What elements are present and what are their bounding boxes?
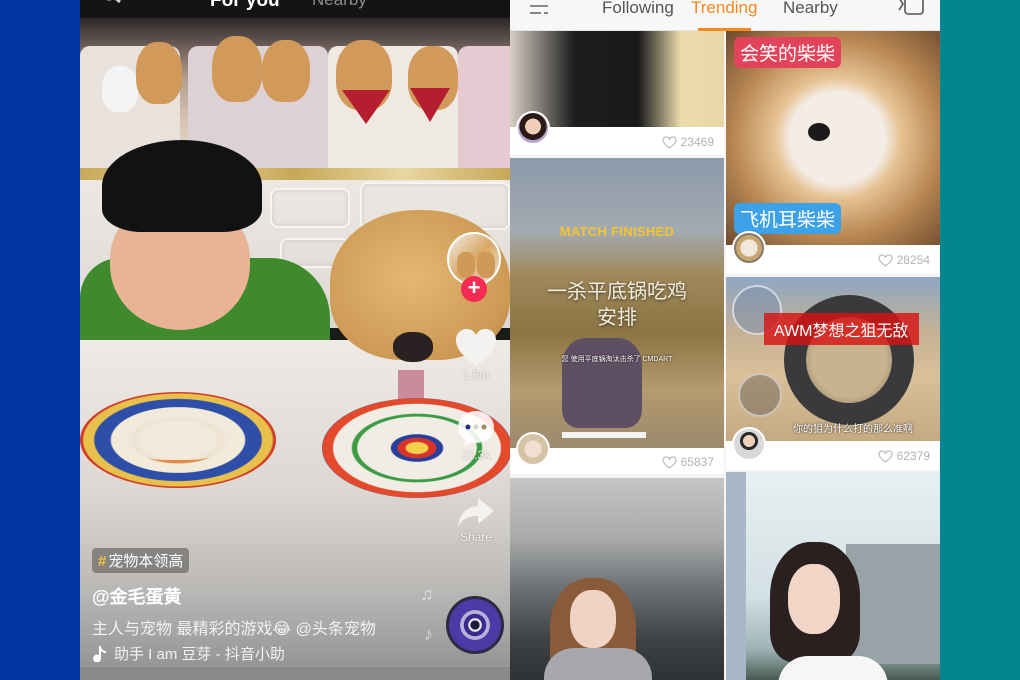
- building: [726, 472, 746, 680]
- active-tab-indicator: [698, 28, 751, 31]
- tab-for-you[interactable]: For you: [210, 0, 280, 12]
- menu-icon[interactable]: [528, 0, 550, 16]
- floating-note-icon: ♪: [424, 624, 433, 644]
- match-finished-label: MATCH FINISHED: [559, 224, 675, 239]
- share-label: Share: [459, 530, 493, 544]
- video-card-girl-office[interactable]: [510, 478, 724, 680]
- like-button[interactable]: 1.5m: [444, 328, 508, 382]
- video-card-guitar[interactable]: 23469: [510, 31, 724, 155]
- bottom-nav: [80, 666, 510, 680]
- tab-trending[interactable]: Trending: [691, 0, 757, 18]
- kill-feed: 您 使用平底锅淘汰击杀了 CMDART: [561, 356, 673, 363]
- feed-header: For you Nearby: [80, 0, 510, 18]
- like-count: 65837: [661, 455, 714, 469]
- music-note-icon: [93, 645, 106, 662]
- music-title: 助手 I am 豆芽 - 抖音小助: [114, 646, 285, 663]
- heart-outline-icon: [661, 455, 677, 469]
- like-count: 23469: [661, 135, 714, 149]
- overlay-title: AWM梦想之狙无敌: [764, 313, 919, 345]
- trending-header: Following Trending Nearby: [510, 0, 940, 31]
- heart-outline-icon: [661, 135, 677, 149]
- like-count: 28254: [877, 253, 930, 267]
- health-bar: [562, 432, 646, 438]
- comment-icon: [458, 411, 494, 447]
- video-info: # 宠物本领高 @金毛蛋黄 主人与宠物 最精彩的游戏😂 @头条宠物 助手 I am…: [92, 548, 432, 664]
- trending-screen: 23469 会笑的柴柴 飞机耳柴柴 28254 MATCH FINISHED 一…: [510, 0, 940, 680]
- overlay-subtitle: 你的狙为什么打的那么准啊: [793, 424, 913, 435]
- person-face: [788, 564, 840, 634]
- camera-icon[interactable]: [896, 0, 926, 16]
- share-button[interactable]: Share: [444, 496, 508, 544]
- video-card-girl-city[interactable]: [726, 472, 940, 680]
- like-count: 1.5m: [462, 368, 490, 382]
- building: [846, 544, 940, 664]
- overlay-subtitle: 飞机耳柴柴: [734, 203, 842, 234]
- heart-outline-icon: [877, 253, 893, 267]
- username[interactable]: @金毛蛋黄: [92, 583, 432, 609]
- hashtag-icon: #: [98, 553, 107, 570]
- background-left: [0, 0, 80, 680]
- video-card-shiba[interactable]: 会笑的柴柴 飞机耳柴柴 28254: [726, 31, 940, 273]
- music-info[interactable]: 助手 I am 豆芽 - 抖音小助: [92, 643, 432, 664]
- hashtag-chip[interactable]: # 宠物本领高: [92, 548, 190, 573]
- share-icon: [458, 498, 494, 527]
- creator-avatar[interactable]: [732, 231, 766, 265]
- creator-avatar[interactable]: [516, 432, 550, 466]
- joystick: [738, 373, 782, 417]
- like-count: 62379: [877, 449, 930, 463]
- overlay-caption-line1: 一杀平底锅吃鸡: [547, 281, 687, 303]
- search-icon[interactable]: [100, 0, 122, 4]
- plus-icon: +: [467, 275, 481, 300]
- heart-outline-icon: [877, 449, 893, 463]
- tab-nearby[interactable]: Nearby: [312, 0, 367, 10]
- floating-note-icon: ♫: [420, 584, 434, 604]
- person-clothes: [544, 648, 652, 680]
- background-right: [940, 0, 1020, 680]
- live-icon[interactable]: [454, 0, 482, 2]
- hashtag-label: 宠物本领高: [108, 553, 184, 570]
- heart-icon: [456, 329, 496, 366]
- game-character: [562, 338, 642, 428]
- follow-button[interactable]: +: [461, 276, 487, 302]
- video-card-awm[interactable]: AWM梦想之狙无敌 你的狙为什么打的那么准啊 62379: [726, 277, 940, 470]
- tab-following[interactable]: Following: [602, 0, 674, 18]
- creator-avatar[interactable]: [732, 427, 766, 461]
- tab-nearby[interactable]: Nearby: [783, 0, 838, 18]
- video-caption: 主人与宠物 最精彩的游戏😂 @头条宠物: [92, 621, 376, 638]
- dog-nose: [808, 123, 830, 141]
- creator-avatar[interactable]: [516, 111, 550, 145]
- person-clothes: [778, 656, 888, 680]
- for-you-screen: For you Nearby + 1.5m 1: [80, 0, 510, 680]
- person-face: [570, 590, 616, 648]
- music-disc[interactable]: [446, 596, 504, 654]
- video-card-match[interactable]: MATCH FINISHED 一杀平底锅吃鸡 安排 您 使用平底锅淘汰击杀了 C…: [510, 158, 724, 474]
- overlay-caption-line2: 安排: [597, 307, 637, 329]
- overlay-title: 会笑的柴柴: [734, 37, 842, 68]
- comment-count: 11.3k: [461, 448, 491, 462]
- comment-button[interactable]: 11.3k: [444, 410, 508, 462]
